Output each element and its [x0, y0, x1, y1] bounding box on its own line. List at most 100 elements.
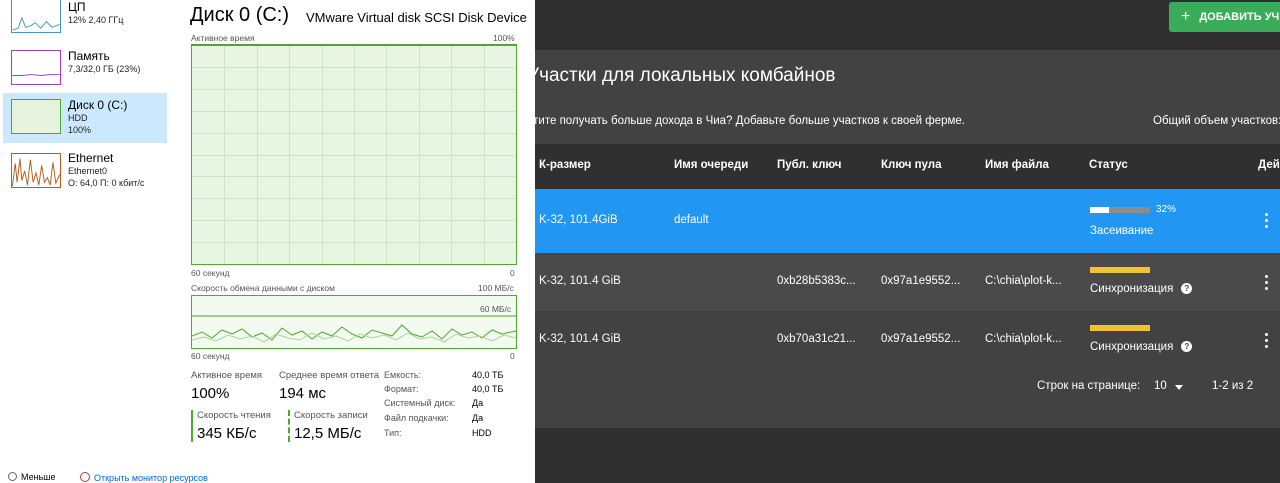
- system-disk-value: Да: [472, 398, 484, 408]
- ethernet-thumbnail-graph: [11, 153, 61, 188]
- total-plot-size-label: Общий объем участков:: [1153, 115, 1280, 127]
- active-time-label: Активное время: [191, 370, 263, 381]
- sidebar-item-detail: HDD: [68, 113, 88, 123]
- active-time-level: [192, 45, 516, 264]
- section-title: Участки для локальных комбайнов: [535, 65, 836, 86]
- active-time-graph-min: 0: [510, 268, 515, 278]
- sidebar-item-detail: 7,3/32,0 ГБ (23%): [68, 64, 141, 74]
- read-speed-marker: [191, 410, 193, 442]
- section-description: отите получать больше дохода в Чиа? Доба…: [535, 115, 965, 127]
- sidebar-item-detail: 12% 2,40 ГГц: [68, 15, 124, 25]
- pagination-range: 1-2 из 2: [1212, 380, 1254, 392]
- active-time-graph-label: Активное время: [191, 33, 255, 43]
- status-label: Синхронизация: [1090, 283, 1174, 295]
- fewer-details-button[interactable]: Меньше: [8, 472, 56, 482]
- transfer-rate-scale-label: 60 МБ/с: [480, 304, 512, 314]
- caret-down-icon[interactable]: [1175, 385, 1183, 390]
- cell-public-key: 0xb28b5383c...: [777, 275, 856, 287]
- transfer-rate-graph-max: 100 МБ/с: [478, 283, 514, 293]
- disk-title: Диск 0 (C:): [190, 4, 290, 26]
- task-manager-footer: Меньше Открыть монитор ресурсов: [0, 470, 535, 483]
- write-speed-value: 12,5 МБ/с: [294, 425, 362, 442]
- plotting-progress-percent: 32%: [1156, 204, 1177, 215]
- cell-pool-key: 0x97a1e9552...: [881, 333, 961, 345]
- sidebar-item-title: ЦП: [68, 0, 86, 14]
- row-actions-more-icon[interactable]: [1265, 275, 1269, 291]
- format-label: Формат:: [384, 384, 419, 394]
- column-actions: Дей: [1258, 159, 1280, 171]
- active-time-graph: [191, 44, 517, 265]
- transfer-rate-lines: [192, 315, 516, 343]
- write-speed-label: Скорость записи: [294, 410, 368, 421]
- cell-status: Засеивание: [1090, 225, 1154, 237]
- add-plot-button[interactable]: + ДОБАВИТЬ УЧ: [1169, 2, 1280, 32]
- plus-icon: +: [1181, 8, 1191, 25]
- type-label: Тип:: [384, 428, 402, 438]
- top-bar: + ДОБАВИТЬ УЧ: [535, 0, 1280, 50]
- cell-queue-name: default: [674, 214, 709, 226]
- column-queue-name[interactable]: Имя очереди: [674, 159, 748, 171]
- cell-k-size: K-32, 101.4GiB: [539, 214, 618, 226]
- disk-model: VMware Virtual disk SCSI Disk Device: [306, 10, 527, 25]
- type-value: HDD: [472, 428, 492, 438]
- cell-k-size: K-32, 101.4 GiB: [539, 333, 621, 345]
- rows-per-page-label: Строк на странице:: [1037, 380, 1141, 392]
- table-row[interactable]: K-32, 101.4 GiB 0xb70a31c21... 0x97a1e95…: [535, 311, 1280, 369]
- open-resource-monitor-link[interactable]: Открыть монитор ресурсов: [80, 472, 208, 483]
- rows-per-page-select[interactable]: 10: [1154, 380, 1167, 392]
- resource-monitor-icon: [80, 472, 90, 482]
- performance-sidebar: ЦП 12% 2,40 ГГц Память 7,3/32,0 ГБ (23%)…: [0, 0, 170, 470]
- capacity-value: 40,0 ТБ: [472, 370, 504, 380]
- column-k-size[interactable]: К-размер: [539, 159, 591, 171]
- page-file-value: Да: [472, 413, 484, 423]
- sidebar-item-disk-0[interactable]: Диск 0 (C:) HDD 100%: [3, 93, 167, 143]
- cell-public-key: 0xb70a31c21...: [777, 333, 856, 345]
- column-filename[interactable]: Имя файла: [985, 159, 1049, 171]
- sync-progress-fill: [1090, 325, 1150, 331]
- sidebar-item-usage: 100%: [68, 125, 92, 135]
- sidebar-item-title: Ethernet: [68, 151, 114, 165]
- chevron-up-icon: [8, 472, 17, 481]
- table-header: К-размер Имя очереди Публ. ключ Ключ пул…: [535, 144, 1280, 189]
- column-public-key[interactable]: Публ. ключ: [777, 159, 841, 171]
- help-icon[interactable]: ?: [1181, 341, 1193, 353]
- disk-details-pane: Диск 0 (C:) VMware Virtual disk SCSI Dis…: [186, 0, 535, 470]
- table-row[interactable]: K-32, 101.4GiB default 32% Засеивание: [535, 189, 1280, 253]
- sidebar-item-title: Память: [68, 49, 110, 63]
- row-actions-more-icon[interactable]: [1265, 213, 1269, 229]
- column-pool-key[interactable]: Ключ пула: [881, 159, 941, 171]
- cell-status: Синхронизация?: [1090, 341, 1193, 353]
- sync-progress-fill: [1090, 267, 1150, 273]
- avg-response-value: 194 мс: [279, 385, 327, 402]
- sidebar-item-title: Диск 0 (C:): [68, 98, 128, 112]
- transfer-rate-graph-x-label: 60 секунд: [191, 351, 230, 361]
- row-actions-more-icon[interactable]: [1265, 333, 1269, 349]
- chia-farm-app: + ДОБАВИТЬ УЧ Участки для локальных комба…: [535, 0, 1280, 483]
- sidebar-item-cpu[interactable]: ЦП 12% 2,40 ГГц: [3, 0, 167, 50]
- transfer-rate-graph-min: 0: [510, 351, 515, 361]
- avg-response-label: Среднее время ответа: [279, 370, 380, 381]
- sidebar-item-memory[interactable]: Память 7,3/32,0 ГБ (23%): [3, 47, 167, 97]
- transfer-rate-graph: 60 МБ/с: [191, 295, 517, 349]
- help-icon[interactable]: ?: [1181, 283, 1193, 295]
- task-manager-window: ЦП 12% 2,40 ГГц Память 7,3/32,0 ГБ (23%)…: [0, 0, 535, 483]
- cell-k-size: K-32, 101.4 GiB: [539, 275, 621, 287]
- disk-thumbnail-graph: [11, 99, 61, 134]
- screen: ЦП 12% 2,40 ГГц Память 7,3/32,0 ГБ (23%)…: [0, 0, 1280, 483]
- sidebar-item-detail: Ethernet0: [68, 166, 108, 176]
- column-status[interactable]: Статус: [1089, 159, 1128, 171]
- fewer-details-label: Меньше: [21, 472, 56, 482]
- active-time-graph-x-label: 60 секунд: [191, 268, 230, 278]
- sidebar-item-ethernet[interactable]: Ethernet Ethernet0 О: 64,0 П: 0 кбит/с: [3, 147, 167, 197]
- memory-thumbnail-graph: [11, 50, 61, 85]
- add-plot-button-label: ДОБАВИТЬ УЧ: [1199, 11, 1280, 23]
- write-speed-marker: [288, 410, 290, 442]
- cpu-thumbnail-graph: [11, 0, 61, 33]
- sidebar-item-throughput: О: 64,0 П: 0 кбит/с: [68, 178, 145, 188]
- plotting-progress-bar: [1090, 207, 1150, 213]
- table-row[interactable]: K-32, 101.4 GiB 0xb28b5383c... 0x97a1e95…: [535, 253, 1280, 311]
- open-resource-monitor-label: Открыть монитор ресурсов: [94, 473, 208, 483]
- transfer-rate-graph-label: Скорость обмена данными с диском: [191, 283, 335, 293]
- sync-progress-bar: [1090, 325, 1150, 331]
- cell-status: Синхронизация?: [1090, 283, 1193, 295]
